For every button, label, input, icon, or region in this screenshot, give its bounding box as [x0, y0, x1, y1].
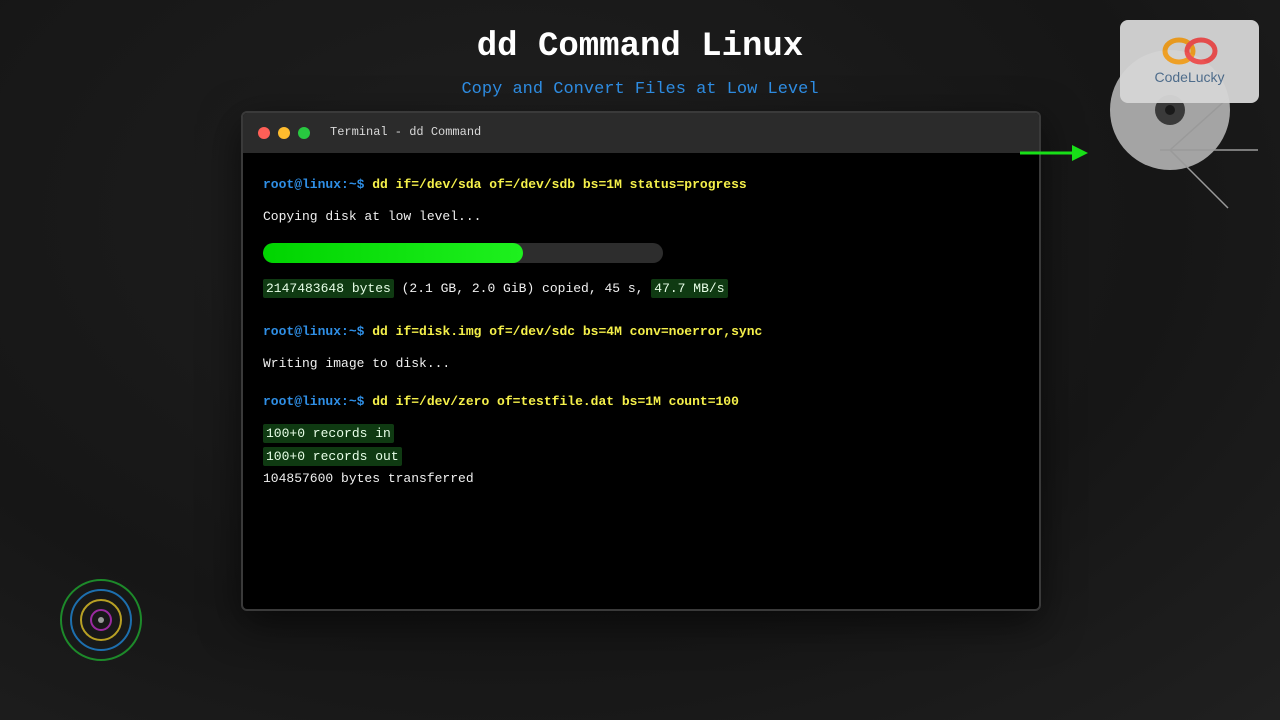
logo-text: CodeLucky — [1154, 69, 1225, 85]
output-line: Copying disk at low level... — [263, 209, 482, 224]
records-out-line: 100+0 records out — [263, 447, 402, 466]
records-in-badge: 100+0 records in — [263, 424, 394, 443]
progress-bar — [263, 243, 663, 263]
command-text: dd if=disk.img of=/dev/sdc bs=4M conv=no… — [372, 324, 763, 339]
command-line-2: root@linux:~$ dd if=disk.img of=/dev/sdc… — [263, 324, 762, 339]
records-out-badge: 100+0 records out — [263, 447, 402, 466]
transferred-line: 104857600 bytes transferred — [263, 471, 474, 486]
terminal-title-bar[interactable]: Terminal - dd Command — [243, 113, 1039, 153]
bytes-badge: 2147483648 bytes — [263, 279, 394, 298]
progress-stats-line: 2147483648 bytes (2.1 GB, 2.0 GiB) copie… — [263, 279, 728, 298]
progress-bar-fill — [263, 243, 523, 263]
rate-badge: 47.7 MB/s — [651, 279, 728, 298]
prompt: root@linux:~$ — [263, 177, 365, 192]
command-text: dd if=/dev/zero of=testfile.dat bs=1M co… — [372, 394, 739, 409]
terminal-title: Terminal - dd Command — [330, 125, 482, 139]
terminal-window: Terminal - dd Command root@linux:~$ dd i… — [241, 111, 1041, 611]
command-line-3: root@linux:~$ dd if=/dev/zero of=testfil… — [263, 394, 739, 409]
prompt: root@linux:~$ — [263, 394, 365, 409]
page-subtitle: Copy and Convert Files at Low Level — [461, 80, 819, 99]
radar-circles-icon — [60, 579, 142, 661]
records-in-line: 100+0 records in — [263, 424, 394, 443]
minimize-dot-icon[interactable] — [278, 127, 290, 139]
close-dot-icon[interactable] — [258, 127, 270, 139]
prompt: root@linux:~$ — [263, 324, 365, 339]
page-title: dd Command Linux — [476, 28, 804, 66]
command-text: dd if=/dev/sda of=/dev/sdb bs=1M status=… — [372, 177, 747, 192]
command-line-1: root@linux:~$ dd if=/dev/sda of=/dev/sdb… — [263, 177, 747, 192]
output-line: Writing image to disk... — [263, 356, 451, 371]
infinity-logo-icon — [1162, 37, 1218, 65]
stats-text: (2.1 GB, 2.0 GiB) copied, 45 s, — [393, 281, 652, 296]
arrow-right-icon — [1020, 145, 1088, 161]
codelucky-logo: CodeLucky — [1120, 20, 1259, 103]
maximize-dot-icon[interactable] — [298, 127, 310, 139]
